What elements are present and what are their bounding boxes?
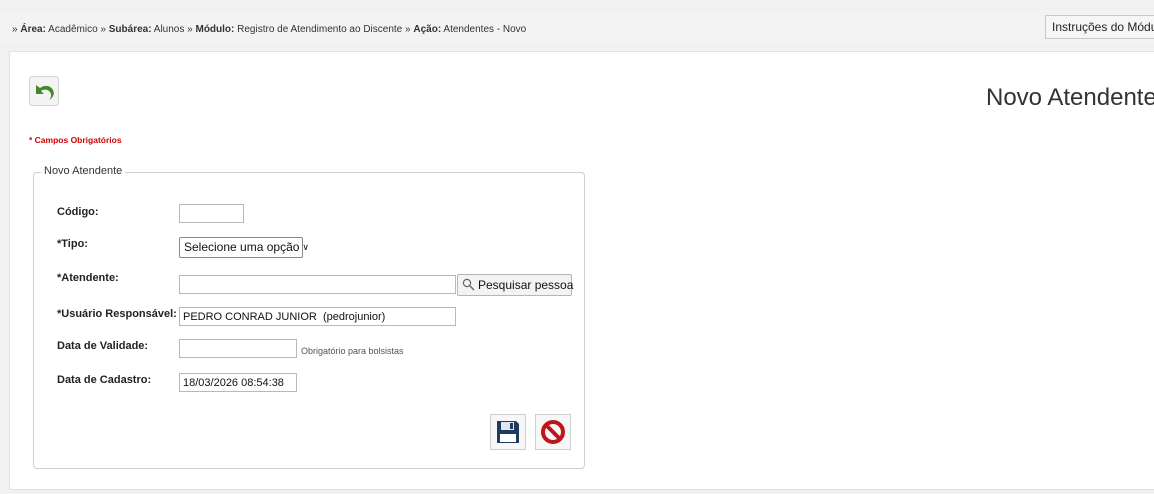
top-bar: » Área: Acadêmico » Subárea: Alunos » Mó… (0, 10, 1154, 46)
cancel-button[interactable] (535, 414, 571, 450)
required-fields-note: * Campos Obrigatórios (29, 135, 122, 145)
breadcrumb-acao-label: Ação: (413, 24, 442, 35)
page-title: Novo Atendente (986, 84, 1154, 111)
prohibited-icon (541, 420, 565, 444)
codigo-label: Código: (57, 206, 99, 218)
breadcrumb: » Área: Acadêmico » Subárea: Alunos » Mó… (12, 24, 526, 35)
breadcrumb-modulo-label: Módulo: (195, 24, 235, 35)
codigo-input[interactable] (179, 204, 244, 223)
breadcrumb-prefix: » (12, 24, 18, 35)
main-panel: Novo Atendente * Campos Obrigatórios Nov… (9, 51, 1154, 490)
cadastro-label: Data de Cadastro: (57, 374, 152, 386)
breadcrumb-modulo-value: Registro de Atendimento ao Discente (237, 24, 403, 35)
back-arrow-icon (29, 76, 59, 106)
validade-hint: Obrigatório para bolsistas (301, 346, 404, 356)
chevron-down-icon: ∨ (302, 242, 310, 252)
magnifier-icon (462, 278, 475, 291)
module-instructions-button[interactable]: Instruções do Módulo (1045, 15, 1154, 39)
usuario-label: *Usuário Responsável: (57, 308, 177, 320)
search-person-button[interactable]: Pesquisar pessoa (457, 274, 574, 296)
breadcrumb-subarea-label: Subárea: (108, 24, 152, 35)
atendente-label: *Atendente: (57, 272, 119, 284)
tipo-select[interactable]: Selecione uma opção ∨ (179, 237, 309, 258)
save-button[interactable] (490, 414, 526, 450)
breadcrumb-acao-value: Atendentes - Novo (443, 24, 527, 35)
usuario-input[interactable] (179, 307, 456, 326)
breadcrumb-subarea-value: Alunos (153, 24, 185, 35)
validade-input[interactable] (179, 339, 297, 358)
tipo-selected-value: Selecione uma opção (184, 240, 300, 254)
breadcrumb-separator: » (100, 24, 106, 35)
floppy-disk-icon (497, 421, 519, 443)
back-button[interactable] (29, 76, 59, 106)
breadcrumb-separator: » (187, 24, 193, 35)
cadastro-input[interactable] (179, 373, 297, 392)
breadcrumb-separator: » (405, 24, 411, 35)
atendente-input[interactable] (179, 275, 456, 294)
breadcrumb-area-label: Área: (20, 24, 46, 35)
breadcrumb-area-value: Acadêmico (48, 24, 98, 35)
search-person-label: Pesquisar pessoa (478, 278, 574, 292)
validade-label: Data de Validade: (57, 340, 149, 352)
fieldset-legend: Novo Atendente (41, 165, 126, 177)
tipo-label: *Tipo: (57, 238, 88, 250)
